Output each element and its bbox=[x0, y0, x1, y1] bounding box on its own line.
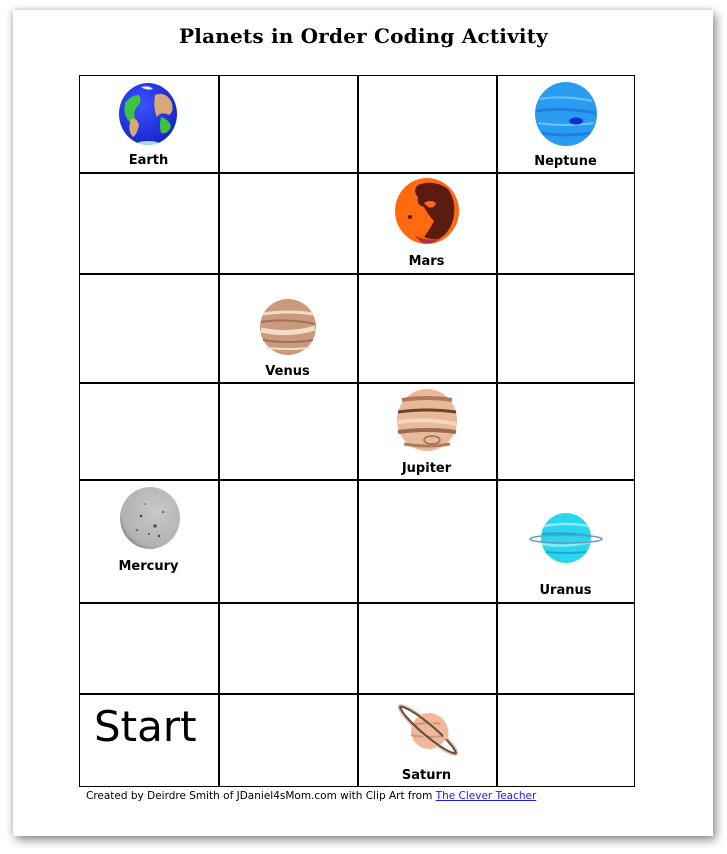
clever-teacher-link[interactable]: The Clever Teacher bbox=[436, 790, 537, 802]
start-label: Start bbox=[94, 702, 197, 751]
credit-text: Created by Deirdre Smith of JDaniel4sMom… bbox=[86, 790, 436, 802]
credit-line: Created by Deirdre Smith of JDaniel4sMom… bbox=[86, 790, 536, 802]
grid-column-divider bbox=[218, 76, 220, 786]
grid-cell-neptune: Neptune bbox=[496, 75, 635, 172]
planet-label-mars: Mars bbox=[408, 254, 445, 269]
mercury-icon bbox=[120, 487, 180, 549]
planet-label-saturn: Saturn bbox=[401, 768, 452, 783]
page-title: Planets in Order Coding Activity bbox=[179, 24, 548, 48]
jupiter-icon bbox=[397, 389, 457, 451]
saturn-icon bbox=[397, 704, 459, 756]
grid-cell-earth: Earth bbox=[79, 75, 218, 172]
planet-label-mercury: Mercury bbox=[118, 559, 179, 574]
planet-label-jupiter: Jupiter bbox=[401, 461, 452, 476]
grid-column-divider bbox=[496, 76, 498, 786]
uranus-icon bbox=[529, 513, 603, 563]
grid-row-divider bbox=[80, 273, 634, 275]
earth-icon bbox=[119, 83, 177, 145]
neptune-icon bbox=[535, 82, 597, 146]
grid-cell-uranus: Uranus bbox=[496, 479, 635, 602]
mars-icon bbox=[395, 178, 459, 244]
grid-cell-venus: Venus bbox=[218, 273, 357, 382]
venus-icon bbox=[260, 299, 316, 355]
grid-cell-saturn: Saturn bbox=[357, 693, 496, 787]
grid-cell-mars: Mars bbox=[357, 172, 496, 273]
planet-label-neptune: Neptune bbox=[534, 154, 597, 169]
planet-label-earth: Earth bbox=[128, 153, 169, 168]
planet-label-venus: Venus bbox=[265, 364, 310, 379]
grid-row-divider bbox=[80, 602, 634, 604]
planet-label-uranus: Uranus bbox=[539, 583, 592, 598]
grid-cell-jupiter: Jupiter bbox=[357, 382, 496, 479]
grid-cell-mercury: Mercury bbox=[79, 479, 218, 602]
